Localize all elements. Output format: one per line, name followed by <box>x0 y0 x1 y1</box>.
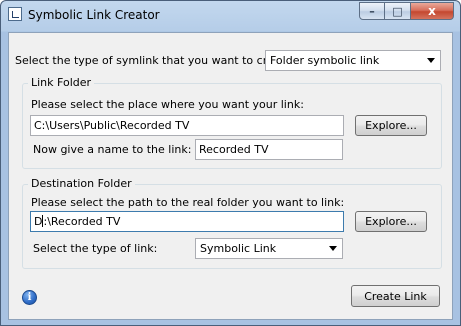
create-link-button[interactable]: Create Link <box>351 285 440 307</box>
symlink-type-value: Folder symbolic link <box>270 54 380 67</box>
destination-path-label: Please select the path to the real folde… <box>31 196 345 209</box>
link-explore-button[interactable]: Explore... <box>355 115 427 136</box>
destination-folder-group-title: Destination Folder <box>28 177 135 190</box>
close-button[interactable]: x <box>411 2 454 20</box>
window-title: Symbolic Link Creator <box>28 8 160 22</box>
app-link-icon <box>8 7 22 21</box>
link-type-label: Select the type of link: <box>33 242 158 255</box>
maximize-icon: □ <box>392 4 403 18</box>
minimize-icon: – <box>369 4 375 18</box>
info-glyph: i <box>27 292 32 303</box>
link-name-label: Now give a name to the link: <box>33 143 192 156</box>
link-type-dropdown[interactable]: Symbolic Link <box>195 238 343 259</box>
link-explore-label: Explore... <box>365 119 417 132</box>
link-place-label: Please select the place where you want y… <box>31 98 304 111</box>
info-icon[interactable]: i <box>22 290 37 305</box>
title-bar[interactable]: Symbolic Link Creator – □ x <box>1 1 460 31</box>
destination-path-text-start: D <box>34 215 43 228</box>
chevron-down-icon <box>329 246 337 251</box>
link-type-value: Symbolic Link <box>200 242 277 255</box>
link-name-input[interactable]: Recorded TV <box>195 139 343 160</box>
destination-path-text-end: :\Recorded TV <box>43 215 121 228</box>
app-window: Symbolic Link Creator – □ x Select the t… <box>0 0 461 326</box>
dialog-client-area: Select the type of symlink that you want… <box>8 32 453 320</box>
link-path-input[interactable]: C:\Users\Public\Recorded TV <box>30 115 344 136</box>
close-icon: x <box>428 4 436 18</box>
create-link-label: Create Link <box>364 289 427 303</box>
destination-explore-label: Explore... <box>365 215 417 228</box>
symlink-type-dropdown[interactable]: Folder symbolic link <box>265 50 441 71</box>
link-path-value: C:\Users\Public\Recorded TV <box>34 119 190 132</box>
link-folder-group-title: Link Folder <box>28 76 95 89</box>
symlink-type-label: Select the type of symlink that you want… <box>15 54 296 67</box>
destination-explore-button[interactable]: Explore... <box>355 211 427 232</box>
minimize-button[interactable]: – <box>359 2 385 20</box>
link-name-value: Recorded TV <box>199 143 269 156</box>
caption-buttons: – □ x <box>359 2 454 20</box>
destination-path-value: D:\Recorded TV <box>34 215 120 228</box>
chevron-down-icon <box>427 58 435 63</box>
destination-path-input[interactable]: D:\Recorded TV <box>30 211 344 232</box>
maximize-button[interactable]: □ <box>385 2 411 20</box>
